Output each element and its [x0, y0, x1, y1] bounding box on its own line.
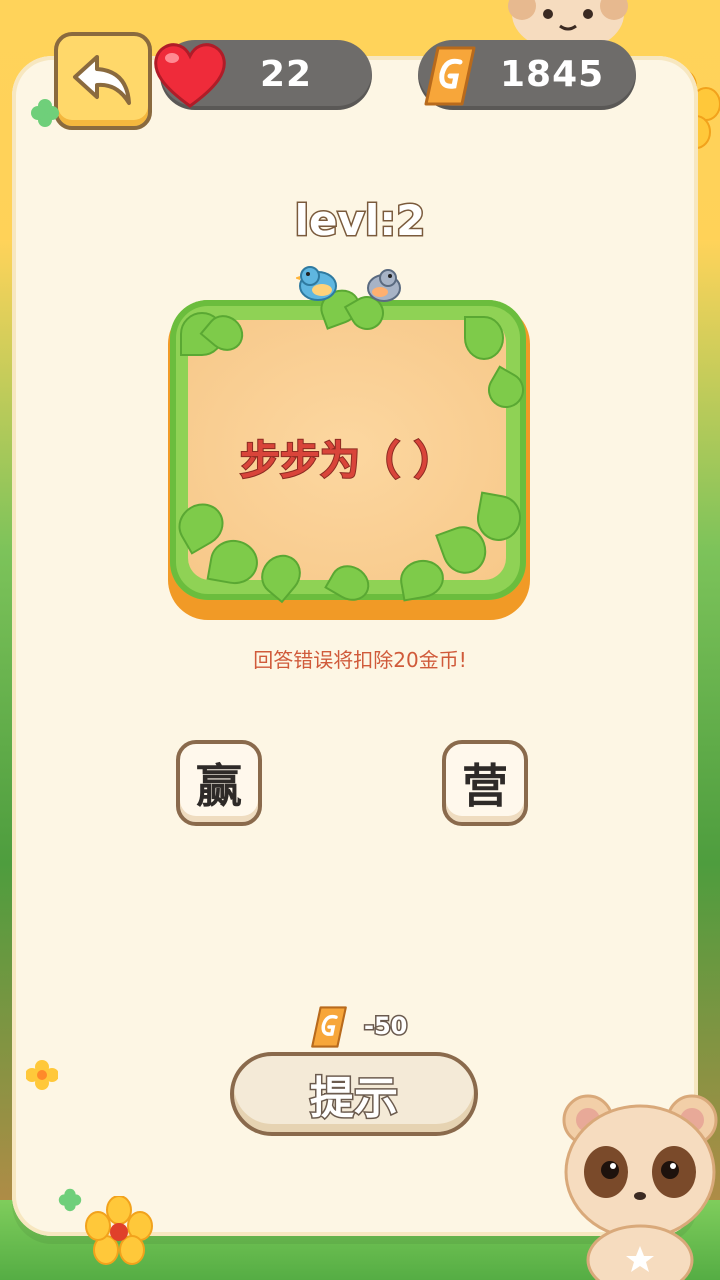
hint-button[interactable]: 提示	[230, 1052, 478, 1136]
clover-icon	[58, 1188, 82, 1212]
answer-option-2[interactable]: 营	[442, 740, 528, 826]
leaf-decoration	[464, 316, 504, 360]
level-label: levl:2	[293, 195, 427, 247]
heart-icon	[154, 43, 226, 108]
question-text: 步步为（ ）	[239, 437, 455, 485]
lives-value: 22	[260, 54, 313, 95]
coin-icon	[424, 46, 476, 106]
back-arrow-icon	[73, 55, 131, 105]
coin-icon	[311, 1006, 347, 1048]
back-button[interactable]	[54, 32, 152, 130]
answer-option-1[interactable]: 赢	[176, 740, 262, 826]
bird-icon	[296, 266, 337, 301]
hint-cost: -50	[362, 1011, 408, 1042]
clover-icon	[31, 99, 59, 127]
flower-icon	[85, 1196, 153, 1265]
penalty-warning: 回答错误将扣除20金币!	[253, 648, 467, 672]
bear-mascot-icon	[562, 1094, 718, 1280]
coin-value: 1845	[500, 54, 605, 95]
flower-icon	[26, 1060, 58, 1090]
bird-icon	[367, 269, 401, 302]
